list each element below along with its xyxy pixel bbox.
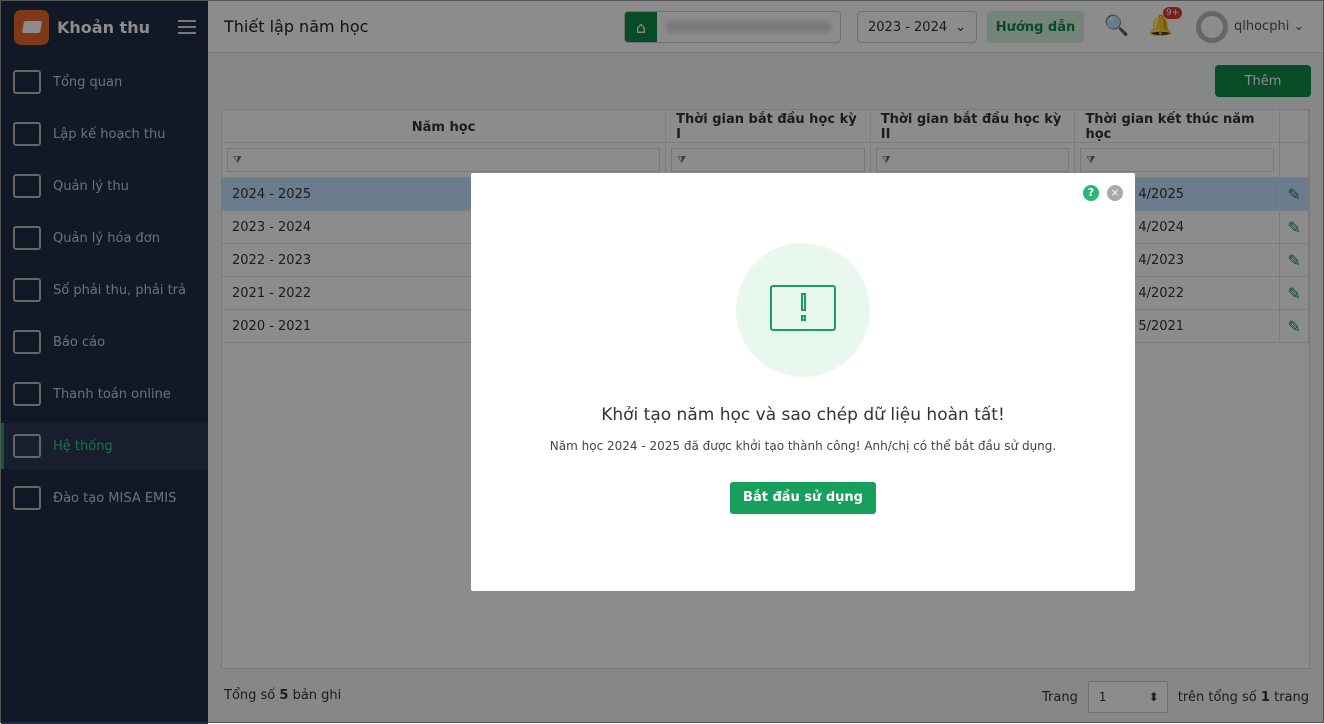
help-icon[interactable]: ? — [1083, 185, 1099, 201]
dialog-title: Khởi tạo năm học và sao chép dữ liệu hoà… — [601, 405, 1005, 425]
dialog-message: Năm học 2024 - 2025 đã được khởi tạo thà… — [549, 439, 1057, 453]
close-icon[interactable]: × — [1107, 185, 1123, 201]
start-using-button[interactable]: Bắt đầu sử dụng — [730, 482, 876, 514]
success-dialog: ? × Khởi tạo năm học và sao chép dữ liệu… — [471, 173, 1135, 591]
notice-illustration-icon — [736, 243, 870, 377]
